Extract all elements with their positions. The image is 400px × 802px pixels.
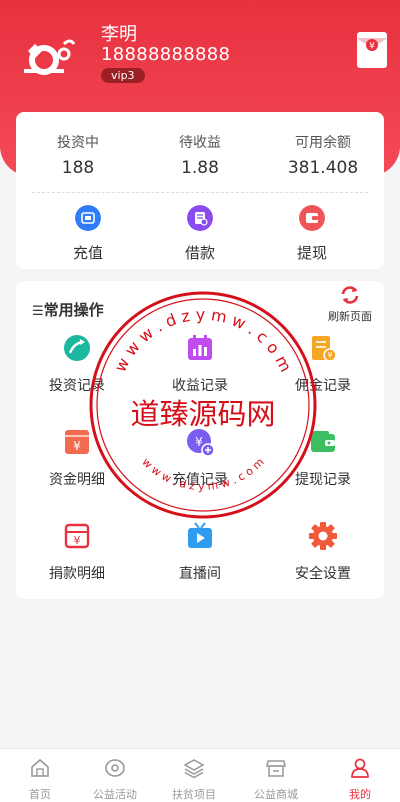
svg-text:¥: ¥ [74,534,81,547]
app-logo-icon [24,39,76,75]
recharge-yen-icon: ¥ [187,429,215,457]
refresh-icon [341,286,359,304]
action-label: 借款 [184,244,215,262]
grid-item-label: 安全设置 [295,566,351,582]
grid-item-label: 直播间 [179,566,221,582]
tab-label: 我的 [349,788,371,801]
svg-text:¥: ¥ [327,351,332,360]
list-icon: ☰ [32,304,44,319]
withdraw-icon [299,205,325,231]
grid-item-security-settings[interactable]: 安全设置 [268,521,378,583]
stat-label: 可用余额 [295,135,351,151]
stat-label: 投资中 [57,135,99,151]
divider [32,192,368,193]
grid-item-income-records[interactable]: 收益记录 [145,333,255,395]
svg-text:¥: ¥ [369,42,375,52]
wallet-green-icon [311,431,335,452]
gear-icon [309,522,337,550]
red-packet-icon[interactable]: ¥ [357,32,387,68]
donation-box-icon: ¥ [64,523,90,549]
grid-item-withdraw-records[interactable]: 提现记录 [268,427,378,489]
grid-item-label: 投资记录 [49,378,105,394]
grid-item-label: 捐款明细 [49,566,105,582]
action-label: 充值 [72,244,103,262]
bottom-tab-bar: 首页 公益活动 扶贫项目 公益商城 我的 [0,748,400,802]
refresh-page-button[interactable]: 刷新页面 [322,284,378,324]
grid-item-live-room[interactable]: 直播间 [145,521,255,583]
grid-item-investment-records[interactable]: 投资记录 [22,333,132,395]
svg-text:¥: ¥ [73,439,81,453]
stat-pending-income: 待收益 1.88 [140,132,260,178]
grid-item-label: 收益记录 [172,378,228,394]
tab-label: 扶贫项目 [172,788,216,801]
tab-label: 公益商城 [254,788,298,801]
grid-item-donation-details[interactable]: ¥ 捐款明细 [22,521,132,583]
home-icon [31,758,49,777]
grid-item-label: 充值记录 [172,472,228,488]
eye-icon [105,759,125,777]
stat-available-balance: 可用余额 381.408 [263,132,383,178]
user-icon [351,758,369,778]
withdraw-button[interactable]: 提现 [272,205,352,263]
commission-icon: ¥ [312,336,337,362]
action-label: 提现 [296,244,327,262]
vip-badge: vip3 [101,68,145,83]
assets-card: 投资中 188 待收益 1.88 可用余额 381.408 充值 借款 提现 [16,112,384,269]
grid-item-commission-records[interactable]: ¥ 佣金记录 [268,333,378,395]
recharge-button[interactable]: 充值 [48,205,128,263]
grid-item-label: 提现记录 [295,472,351,488]
yen-box-icon: ¥ [65,430,89,454]
stat-investing: 投资中 188 [18,132,138,178]
layers-icon [183,759,205,779]
tab-charity-activities[interactable]: 公益活动 [75,757,155,802]
svg-text:¥: ¥ [195,435,203,449]
tab-charity-mall[interactable]: 公益商城 [236,757,316,802]
stat-value: 1.88 [181,158,219,178]
grid-item-recharge-records[interactable]: ¥ 充值记录 [145,427,255,489]
grid-item-fund-details[interactable]: ¥ 资金明细 [22,427,132,489]
tab-poverty-projects[interactable]: 扶贫项目 [154,757,234,802]
user-phone: 18888888888 [101,44,231,65]
section-title-text: 常用操作 [43,301,104,319]
stat-value: 381.408 [287,158,359,178]
tab-label: 公益活动 [93,788,137,801]
wallet-icon [75,205,101,231]
tab-home[interactable]: 首页 [0,757,80,802]
refresh-label: 刷新页面 [328,310,372,323]
section-title: ☰常用操作 [32,299,104,320]
user-name: 李明 [101,24,137,45]
grid-item-label: 资金明细 [49,472,105,488]
tv-play-icon [188,522,212,548]
shop-icon [266,760,286,777]
grid-item-label: 佣金记录 [295,378,351,394]
invest-trend-icon [64,335,90,361]
loan-doc-icon [187,205,213,231]
stat-label: 待收益 [179,135,221,151]
stat-value: 188 [61,158,95,178]
common-operations-card: ☰常用操作 刷新页面 投资记录 收益记录 ¥ 佣金记录 ¥ 资金明细 ¥ 充值记… [16,281,384,599]
tab-label: 首页 [29,788,51,801]
loan-button[interactable]: 借款 [160,205,240,263]
calendar-chart-icon [188,335,212,360]
tab-mine[interactable]: 我的 [320,757,400,802]
